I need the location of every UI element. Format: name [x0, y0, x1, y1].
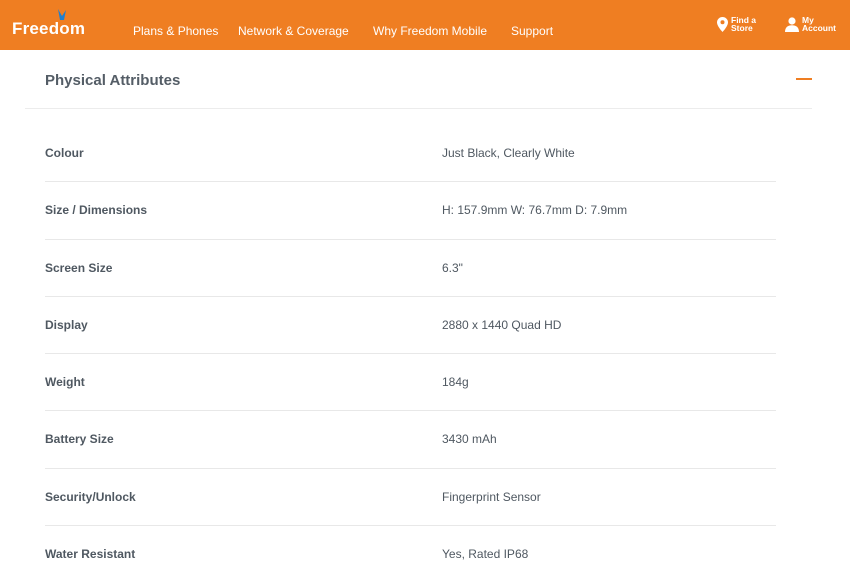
spec-row: Weight 184g	[45, 354, 776, 412]
spec-label: Display	[45, 317, 88, 332]
logo-text: Freedom	[12, 19, 86, 38]
spec-value: 3430 mAh	[442, 432, 497, 447]
spec-row: Security/Unlock Fingerprint Sensor	[45, 469, 776, 527]
top-navigation-bar: Freedom Plans & Phones Network & Coverag…	[0, 0, 850, 50]
spec-label: Weight	[45, 375, 85, 390]
spec-row: Battery Size 3430 mAh	[45, 411, 776, 469]
user-icon	[785, 16, 799, 32]
spec-row: Water Resistant Yes, Rated IP68	[45, 526, 776, 583]
spec-table: Colour Just Black, Clearly White Size / …	[45, 125, 776, 583]
nav-network-coverage[interactable]: Network & Coverage	[238, 24, 349, 38]
spec-value: Fingerprint Sensor	[442, 489, 541, 504]
find-store-label: Find a Store	[731, 15, 757, 33]
spec-label: Screen Size	[45, 260, 113, 275]
minus-icon[interactable]	[796, 78, 812, 80]
find-store-link[interactable]: Find a Store	[717, 16, 771, 32]
nav-plans-phones[interactable]: Plans & Phones	[133, 24, 218, 38]
spec-label: Size / Dimensions	[45, 203, 148, 218]
spec-row: Screen Size 6.3"	[45, 240, 776, 297]
spec-label: Security/Unlock	[45, 489, 136, 504]
my-account-link[interactable]: My Account	[785, 16, 842, 32]
spec-row: Size / Dimensions H: 157.9mm W: 76.7mm D…	[45, 182, 776, 240]
physical-attributes-accordion-header[interactable]: Physical Attributes	[25, 50, 812, 109]
spec-value: Just Black, Clearly White	[442, 146, 575, 160]
spec-label: Water Resistant	[45, 547, 136, 562]
spec-value: H: 157.9mm W: 76.7mm D: 7.9mm	[442, 203, 628, 218]
section-title: Physical Attributes	[45, 72, 181, 89]
freedom-logo[interactable]: Freedom	[12, 19, 85, 39]
my-account-label: My Account	[802, 15, 836, 33]
spec-value: Yes, Rated IP68	[442, 547, 529, 562]
nav-why-freedom-mobile[interactable]: Why Freedom Mobile	[373, 24, 487, 38]
spec-value: 2880 x 1440 Quad HD	[442, 317, 562, 332]
spec-row: Display 2880 x 1440 Quad HD	[45, 297, 776, 355]
spec-row: Colour Just Black, Clearly White	[45, 125, 776, 183]
spec-value: 6.3"	[442, 260, 463, 275]
nav-support[interactable]: Support	[511, 24, 553, 38]
bird-logo-icon	[58, 9, 66, 20]
spec-label: Colour	[45, 146, 84, 160]
spec-value: 184g	[442, 375, 469, 390]
location-pin-icon	[717, 16, 728, 32]
spec-label: Battery Size	[45, 432, 114, 447]
